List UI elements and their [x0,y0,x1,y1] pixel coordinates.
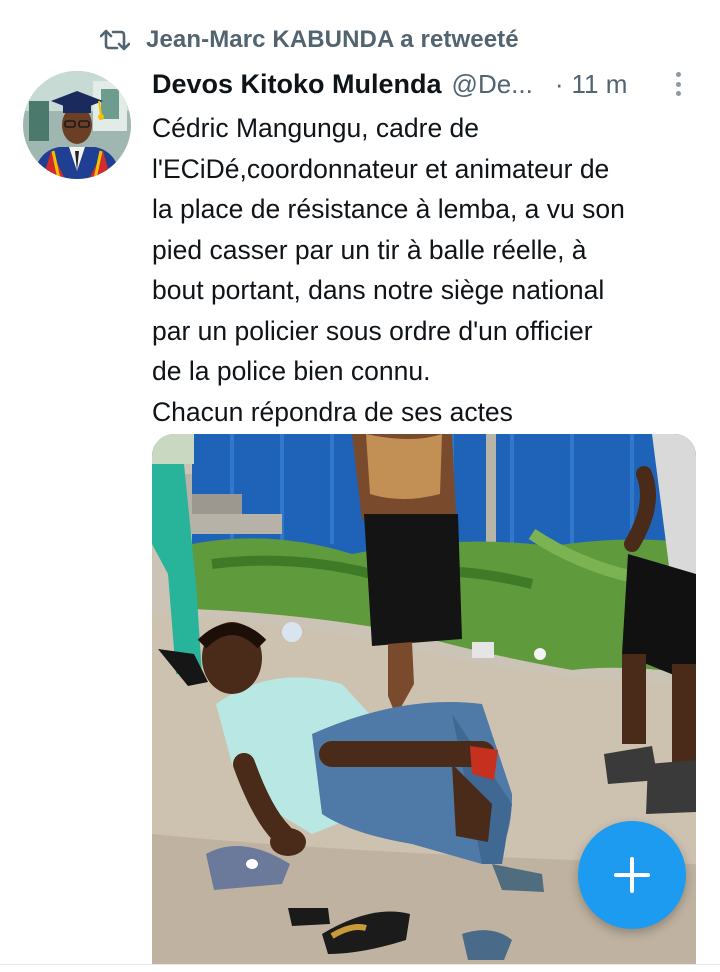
author-handle[interactable]: @De... [452,69,533,100]
retweet-icon [100,25,130,55]
plus-icon [614,857,650,893]
compose-tweet-button[interactable] [578,821,686,929]
retweet-context[interactable]: Jean-Marc KABUNDA a retweeté [100,22,519,58]
more-options-icon[interactable] [668,69,688,99]
tweet-text: Cédric Mangungu, cadre de l'ECiDé,coordo… [152,113,625,427]
divider [0,964,720,965]
separator-dot: · [554,68,564,99]
author-name[interactable]: Devos Kitoko Mulenda [152,69,442,100]
author-avatar[interactable] [23,71,131,179]
tweet-header: Devos Kitoko Mulenda @De... · 11 m [152,62,702,106]
tweet-timestamp[interactable]: 11 m [572,69,628,100]
retweet-label[interactable]: Jean-Marc KABUNDA a retweeté [146,26,519,54]
